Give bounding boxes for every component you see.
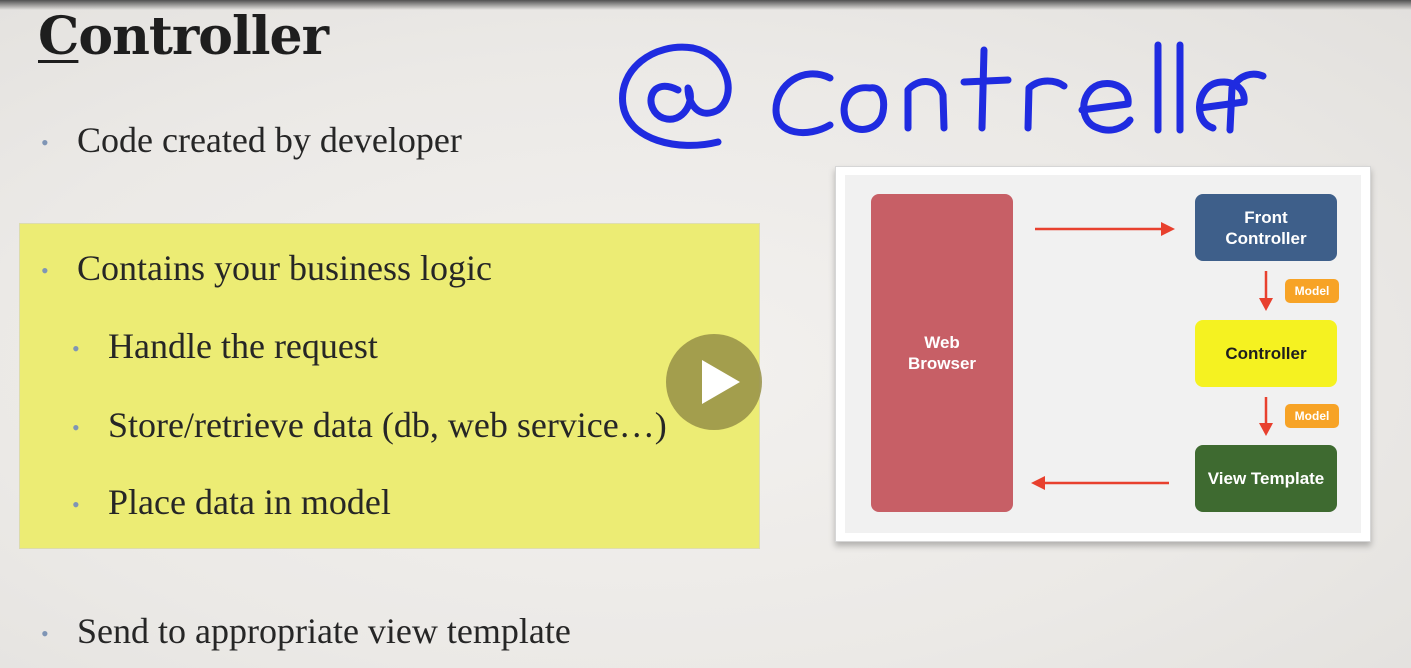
slide-title: Controller [38,6,329,67]
arrow-head [1259,298,1273,311]
bullet-dot: • [72,492,80,517]
diagram-canvas: Web Browser Front Controller Controller … [845,175,1361,533]
arrow-head [1031,476,1045,490]
bullet-dot: • [41,621,49,646]
arrow-head [1161,222,1175,236]
slide-title-rest: ontroller [78,6,329,67]
arrow-head [1259,423,1273,436]
bullet-code-created: • Code created by developer [41,120,462,160]
bullet-dot: • [72,415,80,440]
bullet-send-view: • Send to appropriate view template [41,611,571,651]
bullet-store-retrieve: • Store/retrieve data (db, web service…) [72,405,667,445]
bullet-business-logic: • Contains your business logic [41,248,492,288]
handwritten-controller-annotation [619,41,1267,149]
play-icon [702,360,740,404]
play-button[interactable] [666,334,762,430]
bullet-dot: • [41,130,49,155]
bullet-place-data: • Place data in model [72,482,391,522]
diagram-arrows [1031,222,1273,490]
bullet-dot: • [72,336,80,361]
mvc-diagram: Web Browser Front Controller Controller … [835,166,1371,542]
bullet-handle-request: • Handle the request [72,326,378,366]
slide-title-first-letter: C [38,6,79,67]
bullet-dot: • [41,258,49,283]
